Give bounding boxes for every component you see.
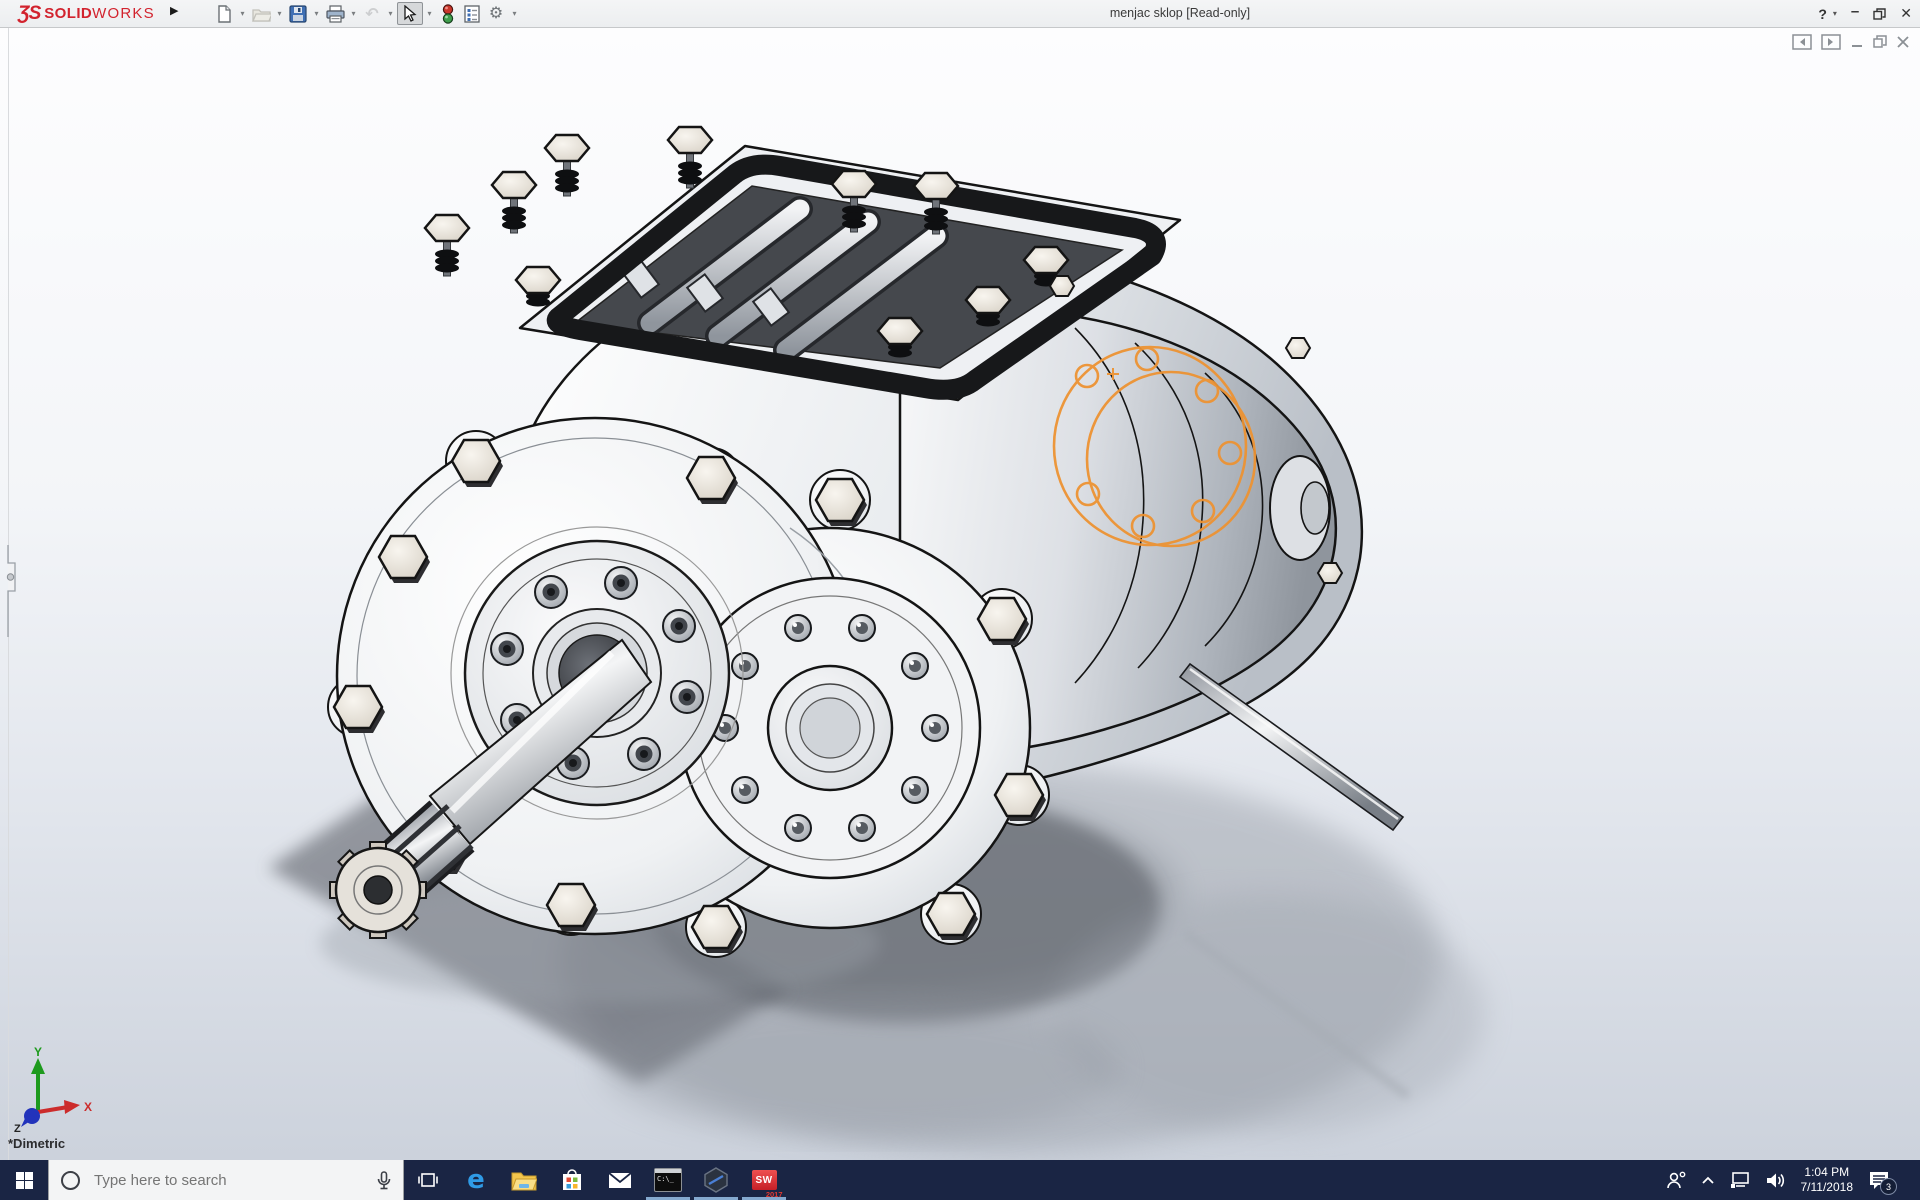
rebuild-button[interactable] bbox=[436, 2, 460, 26]
new-document-button[interactable] bbox=[212, 2, 236, 26]
command-prompt-icon: C:\_ bbox=[654, 1168, 682, 1192]
options-button[interactable]: ⚙ bbox=[484, 2, 508, 26]
feature-panel-collapsed-tab[interactable] bbox=[0, 545, 18, 637]
people-button[interactable] bbox=[1666, 1171, 1686, 1189]
taskbar-mail[interactable] bbox=[596, 1160, 644, 1200]
dock-pane-right-icon[interactable] bbox=[1821, 34, 1841, 50]
select-dropdown[interactable]: ▾ bbox=[423, 2, 436, 26]
doc-restore-button[interactable] bbox=[1873, 35, 1887, 49]
speaker-icon bbox=[1766, 1173, 1784, 1187]
task-view-button[interactable] bbox=[404, 1160, 452, 1200]
open-button[interactable] bbox=[249, 2, 273, 26]
help-dropdown[interactable]: ▾ bbox=[1833, 9, 1837, 18]
chevron-up-icon bbox=[1701, 1176, 1714, 1184]
gearbox-3d-model bbox=[0, 28, 1920, 1160]
notification-badge: 3 bbox=[1880, 1178, 1897, 1195]
close-button[interactable]: ✕ bbox=[1900, 5, 1912, 22]
undo-dropdown[interactable]: ▾ bbox=[384, 2, 397, 26]
print-icon bbox=[325, 4, 345, 23]
hexagon-app-icon bbox=[704, 1167, 728, 1193]
select-cursor-icon bbox=[403, 5, 417, 22]
taskbar-edge[interactable]: e bbox=[452, 1160, 500, 1200]
select-button[interactable] bbox=[397, 2, 423, 25]
doc-close-button[interactable] bbox=[1896, 35, 1910, 49]
edge-icon: e bbox=[467, 1165, 485, 1195]
restore-button[interactable] bbox=[1873, 7, 1886, 20]
undo-icon: ↶ bbox=[365, 5, 379, 23]
taskbar-solidworks[interactable]: SW 2017 bbox=[740, 1160, 788, 1200]
taskbar-store[interactable] bbox=[548, 1160, 596, 1200]
volume-button[interactable] bbox=[1766, 1172, 1786, 1189]
orientation-triad: Y X Z bbox=[14, 1046, 92, 1132]
graphics-viewport[interactable]: Y X Z *Dimetric bbox=[0, 28, 1920, 1160]
ds-logo-mark: ƷS bbox=[18, 2, 41, 24]
triad-y-label: Y bbox=[34, 1046, 42, 1059]
taskbar-command-prompt[interactable]: C:\_ bbox=[644, 1160, 692, 1200]
menu-flyout-arrow-icon[interactable]: ▶ bbox=[170, 4, 178, 17]
tray-overflow-button[interactable] bbox=[1701, 1176, 1715, 1185]
file-properties-icon bbox=[464, 4, 480, 23]
print-button[interactable] bbox=[323, 2, 347, 26]
search-input[interactable] bbox=[92, 1170, 365, 1190]
open-dropdown[interactable]: ▾ bbox=[273, 2, 286, 26]
clock-time: 1:04 PM bbox=[1804, 1165, 1850, 1179]
task-view-icon bbox=[418, 1173, 438, 1187]
network-button[interactable] bbox=[1730, 1171, 1751, 1189]
view-orientation-label: *Dimetric bbox=[8, 1136, 66, 1151]
start-button[interactable] bbox=[0, 1160, 48, 1200]
microphone-icon[interactable] bbox=[377, 1170, 391, 1190]
ethernet-icon bbox=[1730, 1171, 1749, 1188]
document-window-controls bbox=[1792, 34, 1910, 50]
options-gear-icon: ⚙ bbox=[488, 4, 504, 22]
taskbar-file-explorer[interactable] bbox=[500, 1160, 548, 1200]
clock-date: 7/11/2018 bbox=[1800, 1180, 1854, 1194]
minimize-button[interactable]: – bbox=[1851, 3, 1859, 20]
file-explorer-icon bbox=[511, 1172, 537, 1190]
store-icon bbox=[563, 1169, 581, 1190]
options-dropdown[interactable]: ▾ bbox=[508, 2, 521, 26]
people-icon bbox=[1666, 1171, 1685, 1189]
windows-logo-icon bbox=[15, 1171, 33, 1189]
print-dropdown[interactable]: ▾ bbox=[347, 2, 360, 26]
action-center-button[interactable]: 3 bbox=[1868, 1170, 1897, 1195]
new-document-dropdown[interactable]: ▾ bbox=[236, 2, 249, 26]
triad-z-label: Z bbox=[14, 1123, 21, 1132]
save-icon bbox=[289, 4, 307, 23]
save-dropdown[interactable]: ▾ bbox=[310, 2, 323, 26]
titlebar: ƷS SOLID WORKS ▶ ▾ ▾ ▾ ▾ ↶ ▾ ▾ ⚙ ▾ menja… bbox=[0, 0, 1920, 28]
taskbar-search[interactable] bbox=[48, 1160, 404, 1200]
doc-minimize-button[interactable] bbox=[1850, 35, 1864, 49]
rebuild-traffic-light-icon bbox=[442, 3, 454, 24]
undo-button[interactable]: ↶ bbox=[360, 2, 384, 26]
new-document-icon bbox=[218, 4, 231, 23]
triad-x-label: X bbox=[84, 1100, 92, 1114]
solidworks-logo: ƷS SOLID WORKS bbox=[18, 2, 155, 24]
open-folder-icon bbox=[251, 8, 271, 22]
quick-access-toolbar: ▾ ▾ ▾ ▾ ↶ ▾ ▾ ⚙ ▾ bbox=[212, 1, 521, 26]
solidworks-2017-icon: SW 2017 bbox=[751, 1170, 783, 1199]
secondary-flange bbox=[678, 576, 982, 880]
file-properties-button[interactable] bbox=[460, 2, 484, 26]
window-controls: ? ▾ – ✕ bbox=[1818, 0, 1912, 27]
mail-icon bbox=[608, 1171, 632, 1188]
help-button[interactable]: ? bbox=[1818, 6, 1827, 22]
taskbar-clock[interactable]: 1:04 PM 7/11/2018 bbox=[1801, 1165, 1854, 1195]
desktop: ƷS SOLID WORKS ▶ ▾ ▾ ▾ ▾ ↶ ▾ ▾ ⚙ ▾ menja… bbox=[0, 0, 1920, 1200]
spline-end bbox=[329, 841, 427, 939]
save-button[interactable] bbox=[286, 2, 310, 26]
cortana-icon bbox=[61, 1170, 80, 1190]
dock-pane-left-icon[interactable] bbox=[1792, 34, 1812, 50]
system-tray: 1:04 PM 7/11/2018 3 bbox=[1666, 1160, 1920, 1200]
taskbar: e bbox=[0, 1160, 1920, 1200]
taskbar-hexagon-app[interactable] bbox=[692, 1160, 740, 1200]
document-title: menjac sklop [Read-only] bbox=[1109, 6, 1251, 20]
